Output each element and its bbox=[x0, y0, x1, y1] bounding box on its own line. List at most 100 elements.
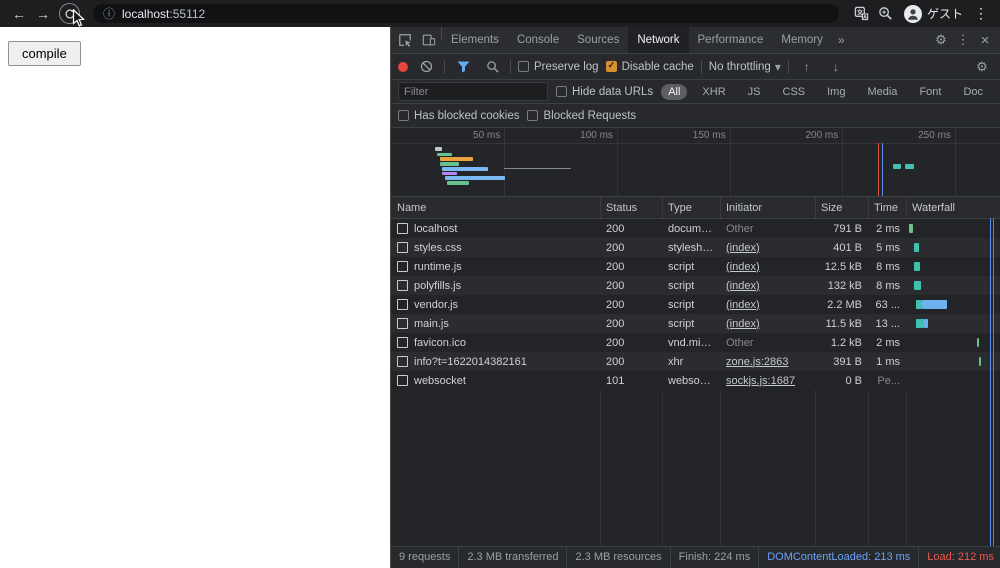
filter-type-xhr[interactable]: XHR bbox=[695, 84, 732, 100]
blocked-requests-checkbox[interactable]: Blocked Requests bbox=[527, 110, 636, 122]
filter-type-doc[interactable]: Doc bbox=[956, 84, 990, 100]
checkbox-unchecked[interactable] bbox=[527, 110, 538, 121]
table-row[interactable]: websocket 101 websoc... sockjs.js:1687 0… bbox=[391, 371, 1000, 390]
preserve-log-checkbox[interactable]: Preserve log bbox=[518, 61, 599, 73]
overview-waterfall bbox=[391, 143, 1000, 196]
column-status[interactable]: Status bbox=[600, 202, 662, 214]
clear-icon[interactable] bbox=[415, 56, 437, 78]
initiator-link[interactable]: (index) bbox=[726, 280, 760, 292]
checkbox-unchecked[interactable] bbox=[556, 86, 567, 97]
checkbox-unchecked[interactable] bbox=[398, 110, 409, 121]
filter-type-js[interactable]: JS bbox=[741, 84, 768, 100]
filter-type-font[interactable]: Font bbox=[912, 84, 948, 100]
ruler-label: 50 ms bbox=[460, 130, 500, 141]
file-icon bbox=[397, 299, 408, 310]
search-icon[interactable] bbox=[481, 56, 503, 78]
time-cell: Pe... bbox=[868, 375, 906, 387]
throttling-dropdown[interactable]: No throttling ▾ bbox=[709, 60, 781, 74]
file-icon bbox=[397, 337, 408, 348]
waterfall-cell bbox=[906, 238, 1000, 257]
tab-performance[interactable]: Performance bbox=[689, 27, 773, 53]
initiator-link[interactable]: zone.js:2863 bbox=[726, 356, 788, 368]
initiator-link[interactable]: (index) bbox=[726, 261, 760, 273]
checkbox-unchecked[interactable] bbox=[518, 61, 529, 72]
export-har-icon[interactable]: ↓ bbox=[825, 56, 847, 78]
device-toolbar-icon[interactable] bbox=[417, 27, 441, 53]
disable-cache-checkbox[interactable]: Disable cache bbox=[606, 61, 694, 73]
tab-network[interactable]: Network bbox=[628, 27, 688, 53]
network-toolbar: Preserve log Disable cache No throttling… bbox=[391, 54, 1000, 79]
request-name: websocket bbox=[414, 375, 466, 387]
network-status-bar: 9 requests 2.3 MB transferred 2.3 MB res… bbox=[391, 546, 1000, 568]
browser-menu-icon[interactable]: ⋮ bbox=[970, 3, 992, 25]
table-row[interactable]: main.js 200 script (index) 11.5 kB 13 ..… bbox=[391, 314, 1000, 333]
translate-icon[interactable] bbox=[851, 3, 873, 25]
browser-content: compile bbox=[0, 27, 1000, 568]
filter-type-all[interactable]: All bbox=[661, 84, 687, 100]
column-waterfall[interactable]: Waterfall bbox=[906, 202, 1000, 214]
initiator-link[interactable]: (index) bbox=[726, 299, 760, 311]
tab-sources[interactable]: Sources bbox=[568, 27, 628, 53]
table-header[interactable]: Name Status Type Initiator Size Time Wat… bbox=[391, 197, 1000, 219]
ruler-label: 200 ms bbox=[798, 130, 838, 141]
time-cell: 2 ms bbox=[868, 223, 906, 235]
initiator-link[interactable]: sockjs.js:1687 bbox=[726, 375, 795, 387]
devtools-settings-icon[interactable]: ⚙ bbox=[930, 29, 952, 51]
hide-data-urls-checkbox[interactable]: Hide data URLs bbox=[556, 86, 653, 98]
hide-data-urls-label: Hide data URLs bbox=[572, 86, 653, 98]
back-button[interactable]: ← bbox=[8, 3, 30, 25]
divider bbox=[444, 60, 445, 74]
filter-type-img[interactable]: Img bbox=[820, 84, 852, 100]
load-time: Load: 212 ms bbox=[919, 547, 1000, 568]
column-time[interactable]: Time bbox=[868, 202, 906, 214]
profile-button[interactable]: ゲスト bbox=[899, 5, 968, 23]
network-settings-icon[interactable]: ⚙ bbox=[971, 56, 993, 78]
status-cell: 200 bbox=[600, 280, 662, 292]
table-row[interactable]: polyfills.js 200 script (index) 132 kB 8… bbox=[391, 276, 1000, 295]
filter-input[interactable] bbox=[398, 82, 548, 101]
initiator-link[interactable]: (index) bbox=[726, 318, 760, 330]
file-icon bbox=[397, 261, 408, 272]
initiator-link[interactable]: (index) bbox=[726, 242, 760, 254]
ruler-label: 150 ms bbox=[686, 130, 726, 141]
table-row[interactable]: runtime.js 200 script (index) 12.5 kB 8 … bbox=[391, 257, 1000, 276]
waterfall-cell bbox=[906, 276, 1000, 295]
network-overview[interactable]: 50 ms 100 ms 150 ms 200 ms 250 ms bbox=[391, 127, 1000, 196]
time-cell: 2 ms bbox=[868, 337, 906, 349]
has-blocked-cookies-checkbox[interactable]: Has blocked cookies bbox=[398, 110, 519, 122]
type-cell: stylesheet bbox=[662, 242, 720, 254]
compile-button[interactable]: compile bbox=[8, 41, 81, 66]
more-tabs-button[interactable]: » bbox=[832, 27, 851, 53]
column-size[interactable]: Size bbox=[815, 202, 868, 214]
column-type[interactable]: Type bbox=[662, 202, 720, 214]
forward-button[interactable]: → bbox=[32, 3, 54, 25]
import-har-icon[interactable]: ↑ bbox=[796, 56, 818, 78]
domcontentloaded-time: DOMContentLoaded: 213 ms bbox=[759, 547, 919, 568]
inspect-element-icon[interactable] bbox=[393, 27, 417, 53]
filter-type-css[interactable]: CSS bbox=[776, 84, 813, 100]
size-cell: 401 B bbox=[815, 242, 868, 254]
column-initiator[interactable]: Initiator bbox=[720, 202, 815, 214]
table-row[interactable]: info?t=1622014382161 200 xhr zone.js:286… bbox=[391, 352, 1000, 371]
address-bar[interactable]: ⓘ localhost:55112 bbox=[93, 4, 839, 23]
devtools-close-icon[interactable]: × bbox=[974, 29, 996, 51]
record-button[interactable] bbox=[398, 62, 408, 72]
site-info-icon[interactable]: ⓘ bbox=[103, 8, 115, 20]
network-filter-bar: Hide data URLs All XHR JS CSS Img Media … bbox=[391, 79, 1000, 103]
table-row[interactable]: localhost 200 document Other 791 B 2 ms bbox=[391, 219, 1000, 238]
filter-type-media[interactable]: Media bbox=[860, 84, 904, 100]
tab-memory[interactable]: Memory bbox=[772, 27, 832, 53]
devtools-panel: Elements Console Sources Network Perform… bbox=[390, 27, 1000, 568]
table-row[interactable]: styles.css 200 stylesheet (index) 401 B … bbox=[391, 238, 1000, 257]
table-row[interactable]: favicon.ico 200 vnd.mic... Other 1.2 kB … bbox=[391, 333, 1000, 352]
column-name[interactable]: Name bbox=[391, 202, 600, 214]
zoom-icon[interactable] bbox=[875, 3, 897, 25]
tab-console[interactable]: Console bbox=[508, 27, 568, 53]
checkbox-checked[interactable] bbox=[606, 61, 617, 72]
tab-elements[interactable]: Elements bbox=[442, 27, 508, 53]
avatar bbox=[904, 5, 922, 23]
status-cell: 200 bbox=[600, 223, 662, 235]
table-row[interactable]: vendor.js 200 script (index) 2.2 MB 63 .… bbox=[391, 295, 1000, 314]
devtools-menu-icon[interactable]: ⋮ bbox=[952, 29, 974, 51]
filter-icon[interactable] bbox=[452, 56, 474, 78]
